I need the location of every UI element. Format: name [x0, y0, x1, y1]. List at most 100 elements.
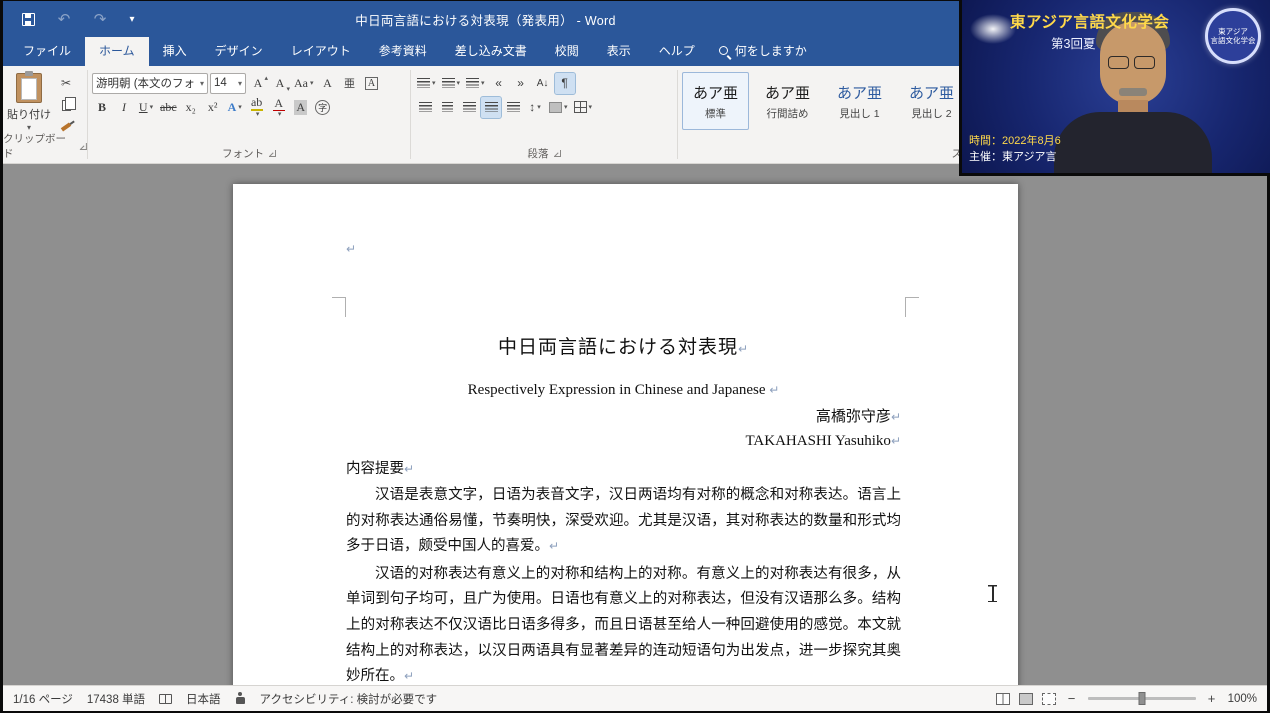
margin-crop-mark-right	[905, 297, 919, 317]
font-group-label: フォント	[222, 148, 264, 160]
bullets-button[interactable]	[415, 73, 438, 94]
language-indicator[interactable]: 日本語	[186, 691, 221, 707]
copy-icon	[61, 96, 76, 111]
superscript-button[interactable]: x²	[203, 97, 223, 118]
clipboard-dialog-launcher[interactable]	[80, 142, 87, 150]
tab-file[interactable]: ファイル	[9, 36, 85, 66]
paragraph-text: 汉语是表意文字，日语为表音文字，汉日两语均有对称的概念和对称表达。语言上的对称表…	[346, 487, 901, 555]
word-count-indicator[interactable]: 17438 単語	[87, 691, 145, 707]
cut-button[interactable]: ✂	[55, 73, 77, 93]
indent-icon: »	[517, 76, 524, 90]
accessibility-status[interactable]: アクセシビリティ: 検討が必要です	[260, 691, 438, 707]
tab-insert[interactable]: 挿入	[149, 36, 201, 66]
logo-text-line2: 言語文化学会	[1210, 36, 1256, 45]
text-effects-button[interactable]: A	[225, 97, 245, 118]
change-case-button[interactable]: Aa	[292, 73, 316, 94]
tab-home[interactable]: ホーム	[85, 36, 149, 66]
borders-button[interactable]	[572, 97, 595, 118]
zoom-slider-thumb[interactable]	[1138, 692, 1146, 705]
align-center-icon	[441, 102, 453, 112]
abstract-heading: 内容提要	[346, 461, 404, 477]
borders-icon	[573, 101, 587, 113]
style-heading-1[interactable]: あア亜 見出し 1	[826, 72, 893, 130]
abstract-paragraph-2[interactable]: 汉语的对称表达有意义上的对称和结构上的对称。有意义上的对称表达有很多，从单词到句…	[346, 562, 901, 685]
strikethrough-button[interactable]: abc	[158, 97, 179, 118]
style-preview: あア亜	[692, 85, 738, 102]
zoom-out-button[interactable]: −	[1065, 691, 1079, 706]
print-layout-button[interactable]	[1018, 692, 1033, 705]
font-name-value: 游明朝 (本文のフォ	[96, 78, 196, 90]
sort-button[interactable]: A↓	[533, 73, 553, 94]
line-spacing-button[interactable]: ↕	[525, 97, 545, 118]
author-en-line[interactable]: TAKAHASHI Yasuhiko↵	[346, 429, 901, 453]
page-number-indicator[interactable]: 1/16 ページ	[13, 691, 73, 707]
tell-me-search[interactable]: 何をしますか	[709, 36, 817, 66]
paste-button[interactable]: 貼り付け	[7, 71, 51, 137]
font-dialog-launcher[interactable]	[269, 150, 276, 157]
shading-button[interactable]	[547, 97, 570, 118]
zoom-slider[interactable]	[1087, 692, 1196, 705]
font-name-select[interactable]: 游明朝 (本文のフォ ▾	[92, 72, 208, 94]
shading-icon	[549, 101, 562, 113]
bold-button[interactable]: B	[92, 97, 112, 118]
document-title-line[interactable]: 中日両言語における対表現↵	[346, 334, 901, 363]
font-size-select[interactable]: 14 ▾	[210, 72, 246, 94]
align-left-button[interactable]	[415, 97, 435, 118]
style-normal[interactable]: あア亜 標準	[682, 72, 749, 130]
character-shading-button[interactable]: A	[291, 97, 311, 118]
tab-view[interactable]: 表示	[593, 36, 645, 66]
zoom-level[interactable]: 100%	[1228, 693, 1257, 705]
screen: ↶ ↷ ▾ 中日両言語における対表現（発表用） - Word ファイル ホーム …	[0, 0, 1270, 713]
numbering-button[interactable]	[440, 73, 463, 94]
font-color-button[interactable]: A	[269, 97, 289, 118]
tab-references[interactable]: 参考資料	[365, 36, 441, 66]
read-mode-button[interactable]	[995, 692, 1010, 705]
grow-font-button[interactable]: A	[248, 73, 268, 94]
distribute-icon	[506, 102, 520, 112]
increase-indent-button[interactable]: »	[511, 73, 531, 94]
proofing-icon[interactable]	[159, 693, 173, 704]
chevron-down-icon: ▾	[237, 78, 242, 88]
tab-layout[interactable]: レイアウト	[277, 36, 365, 66]
paragraph-dialog-launcher[interactable]	[553, 150, 561, 157]
enclose-characters-line-button[interactable]: A	[362, 73, 382, 94]
clear-formatting-button[interactable]: A	[318, 73, 338, 94]
bullet-list-icon	[417, 78, 430, 88]
zoom-in-button[interactable]: +	[1205, 691, 1219, 706]
style-no-spacing[interactable]: あア亜 行間詰め	[754, 72, 821, 130]
tab-review[interactable]: 校閲	[541, 36, 593, 66]
abstract-paragraph-1[interactable]: 汉语是表意文字，日语为表音文字，汉日两语均有对称的概念和对称表达。语言上的对称表…	[346, 483, 901, 560]
highlight-color-button[interactable]: ab	[247, 96, 267, 118]
paste-label: 貼り付け	[7, 109, 51, 121]
copy-button[interactable]	[55, 95, 77, 115]
underline-button[interactable]: U	[136, 97, 156, 118]
abstract-heading-line[interactable]: 内容提要↵	[346, 457, 901, 481]
author-ja-line[interactable]: 高橋弥守彦↵	[346, 405, 901, 429]
italic-button[interactable]: I	[114, 97, 134, 118]
distribute-button[interactable]	[503, 97, 523, 118]
decrease-indent-button[interactable]: «	[489, 73, 509, 94]
tab-help[interactable]: ヘルプ	[645, 36, 709, 66]
clipboard-group: 貼り付け ✂ クリップボード	[3, 66, 87, 163]
document-title: 中日両言語における対表現	[497, 337, 738, 358]
margin-crop-mark-left	[332, 297, 346, 317]
shrink-font-button[interactable]: A	[270, 73, 290, 94]
align-center-button[interactable]	[437, 97, 457, 118]
align-right-button[interactable]	[459, 97, 479, 118]
accessibility-icon[interactable]	[235, 692, 246, 705]
web-layout-button[interactable]	[1041, 692, 1056, 705]
text-cursor-pointer	[987, 584, 998, 603]
enclose-character-button[interactable]: 字	[313, 97, 333, 118]
document-subtitle-line[interactable]: Respectively Expression in Chinese and J…	[346, 379, 901, 401]
justify-button[interactable]	[480, 95, 502, 119]
show-formatting-marks-button[interactable]: ¶	[553, 71, 576, 95]
ruby-button[interactable]: 亜	[340, 73, 360, 94]
multilevel-list-button[interactable]	[464, 73, 487, 94]
subscript-button[interactable]: x₂	[181, 97, 201, 118]
tab-mailings[interactable]: 差し込み文書	[441, 36, 541, 66]
tab-design[interactable]: デザイン	[201, 36, 277, 66]
document-page[interactable]: ↵ 中日両言語における対表現↵ Respectively Expression …	[233, 184, 1018, 685]
style-heading-2[interactable]: あア亜 見出し 2	[898, 72, 965, 130]
highlight-color-swatch	[250, 109, 263, 111]
justify-icon	[484, 102, 498, 112]
